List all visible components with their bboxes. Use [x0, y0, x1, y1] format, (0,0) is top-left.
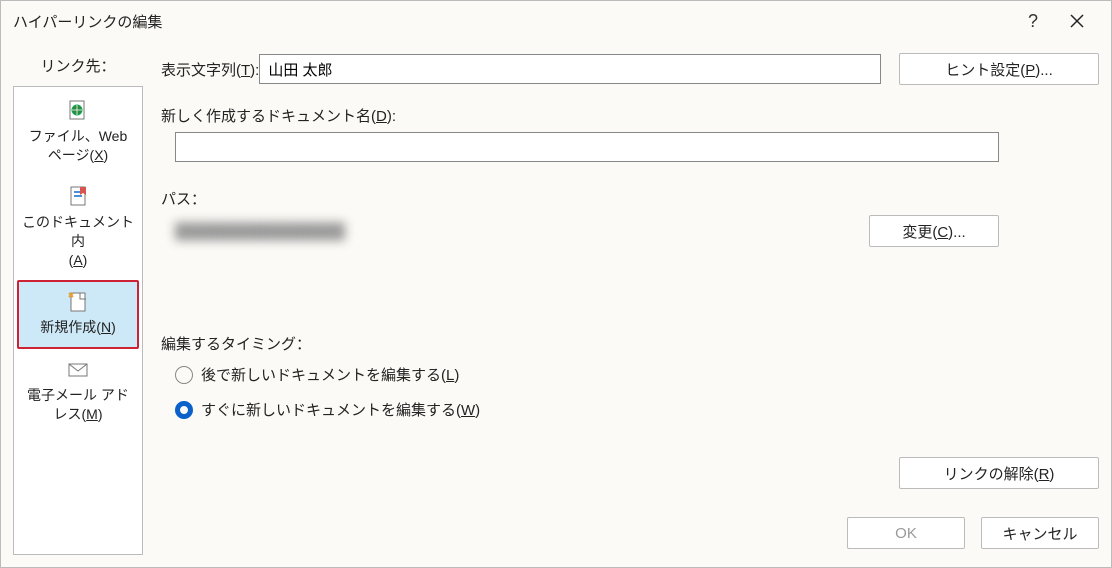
edit-hyperlink-dialog: ハイパーリンクの編集 ? リンク先： ファイル、Webページ(X) こ [0, 0, 1112, 568]
titlebar: ハイパーリンクの編集 ? [1, 1, 1111, 41]
main-panel: 表示文字列(T): ヒント設定(P)... 新しく作成するドキュメント名(D):… [143, 49, 1099, 555]
sidebar-item-this-document[interactable]: このドキュメント内(A) [17, 176, 139, 281]
ok-button[interactable]: OK [847, 517, 965, 549]
screen-tip-button[interactable]: ヒント設定(P)... [899, 53, 1099, 85]
sidebar-item-label: ファイル、Webページ(X) [29, 128, 128, 163]
sidebar-item-label: 新規作成(N) [40, 319, 115, 335]
link-to-sidebar: リンク先： ファイル、Webページ(X) このドキュメント内(A) [13, 49, 143, 555]
path-value: ████████████████ [175, 223, 869, 240]
document-bookmark-icon [66, 185, 90, 209]
change-path-button[interactable]: 変更(C)... [869, 215, 999, 247]
radio-label: 後で新しいドキュメントを編集する(L) [201, 364, 459, 385]
sidebar-item-file-webpage[interactable]: ファイル、Webページ(X) [17, 90, 139, 176]
new-document-icon [66, 290, 90, 314]
cancel-button[interactable]: キャンセル [981, 517, 1099, 549]
sidebar-item-label: このドキュメント内(A) [22, 214, 134, 268]
radio-edit-now[interactable]: すぐに新しいドキュメントを編集する(W) [175, 395, 1099, 424]
radio-edit-later[interactable]: 後で新しいドキュメントを編集する(L) [175, 360, 1099, 389]
link-to-label: リンク先： [13, 49, 143, 86]
display-text-input[interactable] [259, 54, 881, 84]
radio-icon [175, 401, 193, 419]
globe-page-icon [66, 99, 90, 123]
help-icon[interactable]: ? [1011, 11, 1055, 32]
sidebar-item-email[interactable]: 電子メール アドレス(M) [17, 349, 139, 435]
edit-timing-label: 編集するタイミング： [161, 333, 1099, 354]
email-icon [66, 358, 90, 382]
sidebar-item-label: 電子メール アドレス(M) [27, 387, 129, 422]
radio-label: すぐに新しいドキュメントを編集する(W) [201, 399, 480, 420]
new-doc-name-input[interactable] [175, 132, 999, 162]
close-icon[interactable] [1055, 13, 1099, 29]
link-to-items: ファイル、Webページ(X) このドキュメント内(A) 新規作成(N) [13, 86, 143, 555]
new-doc-name-label: 新しく作成するドキュメント名(D): [161, 105, 1099, 126]
radio-icon [175, 366, 193, 384]
remove-link-button[interactable]: リンクの解除(R) [899, 457, 1099, 489]
dialog-title: ハイパーリンクの編集 [13, 11, 1011, 32]
sidebar-item-create-new[interactable]: 新規作成(N) [17, 280, 139, 349]
display-text-label: 表示文字列(T): [161, 59, 259, 80]
path-label: パス： [161, 188, 1099, 209]
